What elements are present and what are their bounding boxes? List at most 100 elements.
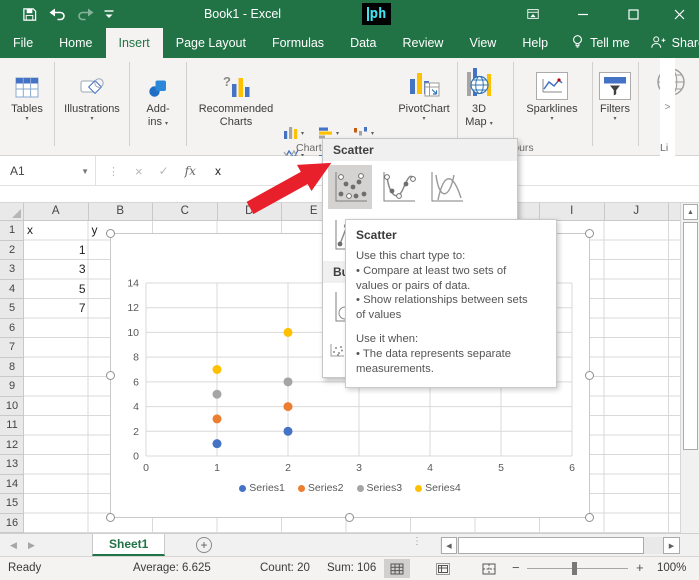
minimize-button[interactable]: [566, 0, 600, 28]
row-header-7[interactable]: 7: [0, 338, 24, 358]
tab-help[interactable]: Help: [509, 28, 561, 58]
ribbon-display-options-icon[interactable]: [516, 0, 550, 28]
formula-input[interactable]: x: [215, 156, 221, 186]
chart-handle-bottom-left[interactable]: [106, 513, 115, 522]
tooltip-line: Use it when:: [356, 332, 546, 347]
save-icon[interactable]: [18, 4, 40, 24]
chart-handle-top-left[interactable]: [106, 229, 115, 238]
sparklines-button[interactable]: Sparklines ▾: [516, 64, 588, 123]
cell-A2[interactable]: 1: [24, 241, 89, 260]
name-box[interactable]: A1 ▼: [0, 156, 96, 186]
tab-page-layout[interactable]: Page Layout: [163, 28, 259, 58]
chevron-down-icon[interactable]: ▼: [81, 167, 89, 176]
tab-data[interactable]: Data: [337, 28, 389, 58]
tab-formulas[interactable]: Formulas: [259, 28, 337, 58]
maximize-button[interactable]: [616, 0, 650, 28]
row-header-2[interactable]: 2: [0, 241, 24, 261]
row-header-12[interactable]: 12: [0, 436, 24, 456]
legend-item-series3: Series3: [357, 482, 403, 494]
column-header-B[interactable]: B: [89, 203, 154, 221]
zoom-slider-track[interactable]: [527, 568, 628, 569]
zoom-slider-thumb[interactable]: [572, 562, 577, 575]
page-layout-view-button[interactable]: [430, 559, 456, 578]
status-mode: Ready: [8, 557, 41, 580]
pivotchart-button[interactable]: PivotChart ▾: [388, 64, 460, 123]
chart-handle-top-right[interactable]: [585, 229, 594, 238]
sheet-nav-left-icon[interactable]: ◀: [10, 534, 17, 557]
cell-A3[interactable]: 3: [24, 260, 89, 279]
zoom-level[interactable]: 100%: [657, 557, 686, 580]
column-header-C[interactable]: C: [153, 203, 218, 221]
row-header-15[interactable]: 15: [0, 494, 24, 514]
scatter-smooth-lines-option[interactable]: [424, 165, 468, 209]
column-header-J[interactable]: J: [605, 203, 670, 221]
new-sheet-button[interactable]: +: [196, 537, 212, 553]
svg-text:6: 6: [569, 462, 575, 474]
tables-button[interactable]: Tables ▾: [2, 64, 52, 123]
row-header-16[interactable]: 16: [0, 514, 24, 534]
cell-A5[interactable]: 7: [24, 299, 89, 318]
undo-icon[interactable]: [46, 4, 68, 24]
insert-function-icon[interactable]: fx: [185, 164, 196, 178]
page-break-preview-button[interactable]: [476, 559, 502, 578]
redo-icon[interactable]: [74, 4, 96, 24]
normal-view-button[interactable]: [384, 559, 410, 578]
3d-map-button[interactable]: 3DMap ▾: [459, 64, 499, 131]
chart-handle-mid-right[interactable]: [585, 371, 594, 380]
tab-home[interactable]: Home: [46, 28, 105, 58]
row-header-5[interactable]: 5: [0, 299, 24, 319]
row-header-10[interactable]: 10: [0, 397, 24, 417]
row-header-6[interactable]: 6: [0, 319, 24, 339]
illustrations-button[interactable]: Illustrations ▾: [57, 64, 127, 123]
row-header-14[interactable]: 14: [0, 475, 24, 495]
scroll-up-arrow[interactable]: ▲: [683, 204, 698, 220]
vertical-scrollbar[interactable]: ▲: [680, 203, 699, 533]
row-header-3[interactable]: 3: [0, 260, 24, 280]
filters-button[interactable]: Filters ▾: [594, 64, 636, 123]
horizontal-scroll-thumb[interactable]: [458, 537, 644, 554]
close-button[interactable]: [662, 0, 696, 28]
3d-map-icon: [459, 64, 499, 100]
row-header-13[interactable]: 13: [0, 455, 24, 475]
cell-A1[interactable]: x: [24, 221, 89, 240]
row-header-11[interactable]: 11: [0, 416, 24, 436]
insert-column-chart-button[interactable]: ▾: [283, 126, 304, 140]
row-header-9[interactable]: 9: [0, 377, 24, 397]
add-ins-button[interactable]: Add-ins ▾: [132, 64, 184, 131]
row-header-1[interactable]: 1: [0, 221, 24, 241]
tab-file[interactable]: File: [0, 28, 46, 58]
row-header-8[interactable]: 8: [0, 358, 24, 378]
select-all-corner[interactable]: [0, 203, 24, 221]
svg-text:?: ?: [223, 74, 231, 89]
chart-handle-mid-left[interactable]: [106, 371, 115, 380]
vertical-scroll-thumb[interactable]: [683, 222, 698, 450]
customize-quick-access-icon[interactable]: [98, 4, 120, 24]
sheet-nav-right-icon[interactable]: ▶: [28, 534, 35, 557]
scroll-right-arrow[interactable]: ▶: [663, 537, 680, 554]
tab-insert[interactable]: Insert: [106, 28, 163, 58]
legend-marker-icon: [298, 485, 305, 492]
scroll-left-arrow[interactable]: ◀: [441, 537, 457, 554]
tab-review[interactable]: Review: [389, 28, 456, 58]
status-sum: Sum: 106: [327, 557, 376, 580]
tab-view[interactable]: View: [456, 28, 509, 58]
cancel-icon[interactable]: ×: [135, 164, 143, 179]
chart-handle-bottom-mid[interactable]: [345, 513, 354, 522]
cell-A4[interactable]: 5: [24, 280, 89, 299]
scatter-smooth-lines-markers-option[interactable]: [376, 165, 420, 209]
sheet-tab-sheet1[interactable]: Sheet1: [92, 534, 165, 556]
share-button[interactable]: Share: [640, 28, 699, 58]
recommended-charts-icon: ?: [189, 64, 283, 100]
tell-me-button[interactable]: Tell me: [561, 28, 640, 58]
window-title: Book1 - Excel: [170, 0, 315, 28]
row-header-4[interactable]: 4: [0, 280, 24, 300]
enter-check-icon[interactable]: ✓: [159, 164, 169, 178]
zoom-out-button[interactable]: −: [512, 557, 520, 580]
more-scatter-charts-item[interactable]: [329, 343, 346, 358]
data-point-series1: [284, 427, 293, 436]
lightbulb-icon: [571, 34, 584, 52]
recommended-charts-button[interactable]: ? RecommendedCharts: [189, 64, 283, 129]
chart-handle-bottom-right[interactable]: [585, 513, 594, 522]
zoom-in-button[interactable]: +: [636, 557, 644, 580]
column-header-A[interactable]: A: [24, 203, 89, 221]
